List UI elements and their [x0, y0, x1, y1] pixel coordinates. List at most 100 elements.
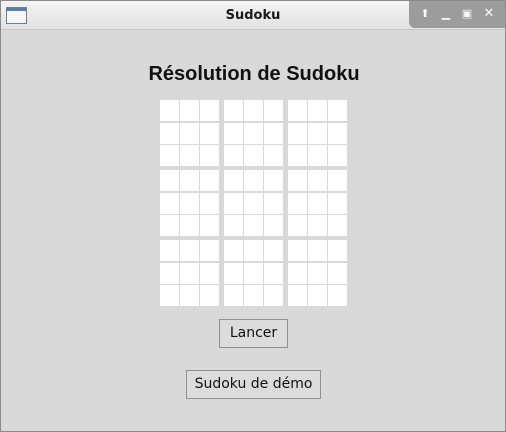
window-controls: ⬆ ▁ ▣ ✕: [409, 1, 505, 28]
sudoku-block: [288, 170, 347, 236]
sudoku-cell-r7-c3[interactable]: [200, 240, 219, 261]
sudoku-cell-r5-c3[interactable]: [200, 192, 219, 214]
sudoku-cell-r2-c9[interactable]: [328, 122, 347, 144]
sudoku-cell-r2-c7[interactable]: [288, 122, 307, 144]
sudoku-block: [224, 170, 283, 236]
sudoku-cell-r6-c9[interactable]: [328, 215, 347, 236]
sudoku-cell-r9-c2[interactable]: [180, 285, 199, 306]
sudoku-cell-r7-c7[interactable]: [288, 240, 307, 261]
sudoku-cell-r7-c6[interactable]: [264, 240, 283, 261]
sudoku-cell-r6-c4[interactable]: [224, 215, 243, 236]
sudoku-cell-r9-c8[interactable]: [308, 285, 327, 306]
sudoku-cell-r3-c7[interactable]: [288, 145, 307, 166]
maximize-icon[interactable]: ▣: [460, 7, 474, 21]
sudoku-cell-r4-c6[interactable]: [264, 170, 283, 191]
sudoku-cell-r8-c7[interactable]: [288, 262, 307, 284]
sudoku-cell-r3-c4[interactable]: [224, 145, 243, 166]
sudoku-cell-r3-c8[interactable]: [308, 145, 327, 166]
minimize-icon[interactable]: ▁: [439, 7, 453, 21]
sudoku-cell-r8-c9[interactable]: [328, 262, 347, 284]
sudoku-cell-r1-c1[interactable]: [160, 100, 179, 121]
sudoku-cell-r2-c1[interactable]: [160, 122, 179, 144]
sudoku-cell-r9-c5[interactable]: [244, 285, 263, 306]
sudoku-cell-r1-c2[interactable]: [180, 100, 199, 121]
sudoku-cell-r9-c1[interactable]: [160, 285, 179, 306]
sudoku-cell-r5-c6[interactable]: [264, 192, 283, 214]
sudoku-block: [224, 100, 283, 166]
sudoku-cell-r3-c3[interactable]: [200, 145, 219, 166]
sudoku-cell-r1-c6[interactable]: [264, 100, 283, 121]
sudoku-cell-r4-c9[interactable]: [328, 170, 347, 191]
sudoku-cell-r6-c2[interactable]: [180, 215, 199, 236]
page-title: Résolution de Sudoku: [148, 63, 360, 85]
sudoku-cell-r4-c1[interactable]: [160, 170, 179, 191]
sudoku-cell-r8-c6[interactable]: [264, 262, 283, 284]
sudoku-cell-r3-c1[interactable]: [160, 145, 179, 166]
sudoku-cell-r5-c5[interactable]: [244, 192, 263, 214]
sudoku-cell-r3-c2[interactable]: [180, 145, 199, 166]
sudoku-cell-r5-c2[interactable]: [180, 192, 199, 214]
sudoku-cell-r2-c8[interactable]: [308, 122, 327, 144]
sudoku-cell-r4-c3[interactable]: [200, 170, 219, 191]
sudoku-cell-r6-c1[interactable]: [160, 215, 179, 236]
sudoku-cell-r5-c8[interactable]: [308, 192, 327, 214]
sudoku-block: [160, 100, 219, 166]
sudoku-cell-r8-c4[interactable]: [224, 262, 243, 284]
sudoku-cell-r8-c2[interactable]: [180, 262, 199, 284]
sudoku-cell-r6-c3[interactable]: [200, 215, 219, 236]
sudoku-cell-r5-c9[interactable]: [328, 192, 347, 214]
sudoku-cell-r9-c4[interactable]: [224, 285, 243, 306]
sudoku-cell-r7-c1[interactable]: [160, 240, 179, 261]
sudoku-block: [160, 170, 219, 236]
sudoku-cell-r1-c7[interactable]: [288, 100, 307, 121]
sudoku-cell-r3-c6[interactable]: [264, 145, 283, 166]
sudoku-cell-r5-c4[interactable]: [224, 192, 243, 214]
sudoku-cell-r8-c1[interactable]: [160, 262, 179, 284]
sudoku-cell-r4-c5[interactable]: [244, 170, 263, 191]
sudoku-cell-r6-c5[interactable]: [244, 215, 263, 236]
sudoku-cell-r5-c1[interactable]: [160, 192, 179, 214]
close-icon[interactable]: ✕: [482, 7, 496, 21]
sudoku-cell-r7-c4[interactable]: [224, 240, 243, 261]
sudoku-cell-r9-c7[interactable]: [288, 285, 307, 306]
sudoku-block: [224, 240, 283, 306]
sudoku-cell-r4-c7[interactable]: [288, 170, 307, 191]
sudoku-cell-r7-c8[interactable]: [308, 240, 327, 261]
main-window: Sudoku ⬆ ▁ ▣ ✕ Résolution de Sudoku Lanc…: [0, 0, 506, 432]
sudoku-cell-r2-c5[interactable]: [244, 122, 263, 144]
sudoku-block: [160, 240, 219, 306]
sudoku-cell-r2-c3[interactable]: [200, 122, 219, 144]
run-button[interactable]: Lancer: [219, 319, 288, 348]
sudoku-cell-r7-c2[interactable]: [180, 240, 199, 261]
sudoku-cell-r6-c6[interactable]: [264, 215, 283, 236]
sudoku-cell-r7-c9[interactable]: [328, 240, 347, 261]
sudoku-cell-r1-c3[interactable]: [200, 100, 219, 121]
sudoku-cell-r8-c5[interactable]: [244, 262, 263, 284]
sudoku-cell-r7-c5[interactable]: [244, 240, 263, 261]
sudoku-cell-r8-c3[interactable]: [200, 262, 219, 284]
sudoku-cell-r8-c8[interactable]: [308, 262, 327, 284]
sudoku-cell-r3-c5[interactable]: [244, 145, 263, 166]
sudoku-cell-r4-c8[interactable]: [308, 170, 327, 191]
sudoku-cell-r1-c9[interactable]: [328, 100, 347, 121]
sudoku-cell-r1-c5[interactable]: [244, 100, 263, 121]
sudoku-cell-r9-c3[interactable]: [200, 285, 219, 306]
sudoku-cell-r1-c4[interactable]: [224, 100, 243, 121]
sudoku-cell-r9-c6[interactable]: [264, 285, 283, 306]
sudoku-cell-r5-c7[interactable]: [288, 192, 307, 214]
sudoku-cell-r6-c7[interactable]: [288, 215, 307, 236]
sudoku-cell-r6-c8[interactable]: [308, 215, 327, 236]
sudoku-block: [288, 100, 347, 166]
sudoku-cell-r3-c9[interactable]: [328, 145, 347, 166]
arrow-up-icon[interactable]: ⬆: [418, 7, 432, 21]
sudoku-cell-r2-c2[interactable]: [180, 122, 199, 144]
sudoku-cell-r2-c4[interactable]: [224, 122, 243, 144]
demo-sudoku-button[interactable]: Sudoku de démo: [186, 370, 321, 399]
sudoku-cell-r1-c8[interactable]: [308, 100, 327, 121]
sudoku-cell-r9-c9[interactable]: [328, 285, 347, 306]
title-bar[interactable]: Sudoku ⬆ ▁ ▣ ✕: [1, 1, 505, 30]
sudoku-block: [288, 240, 347, 306]
sudoku-cell-r4-c2[interactable]: [180, 170, 199, 191]
sudoku-cell-r2-c6[interactable]: [264, 122, 283, 144]
sudoku-cell-r4-c4[interactable]: [224, 170, 243, 191]
